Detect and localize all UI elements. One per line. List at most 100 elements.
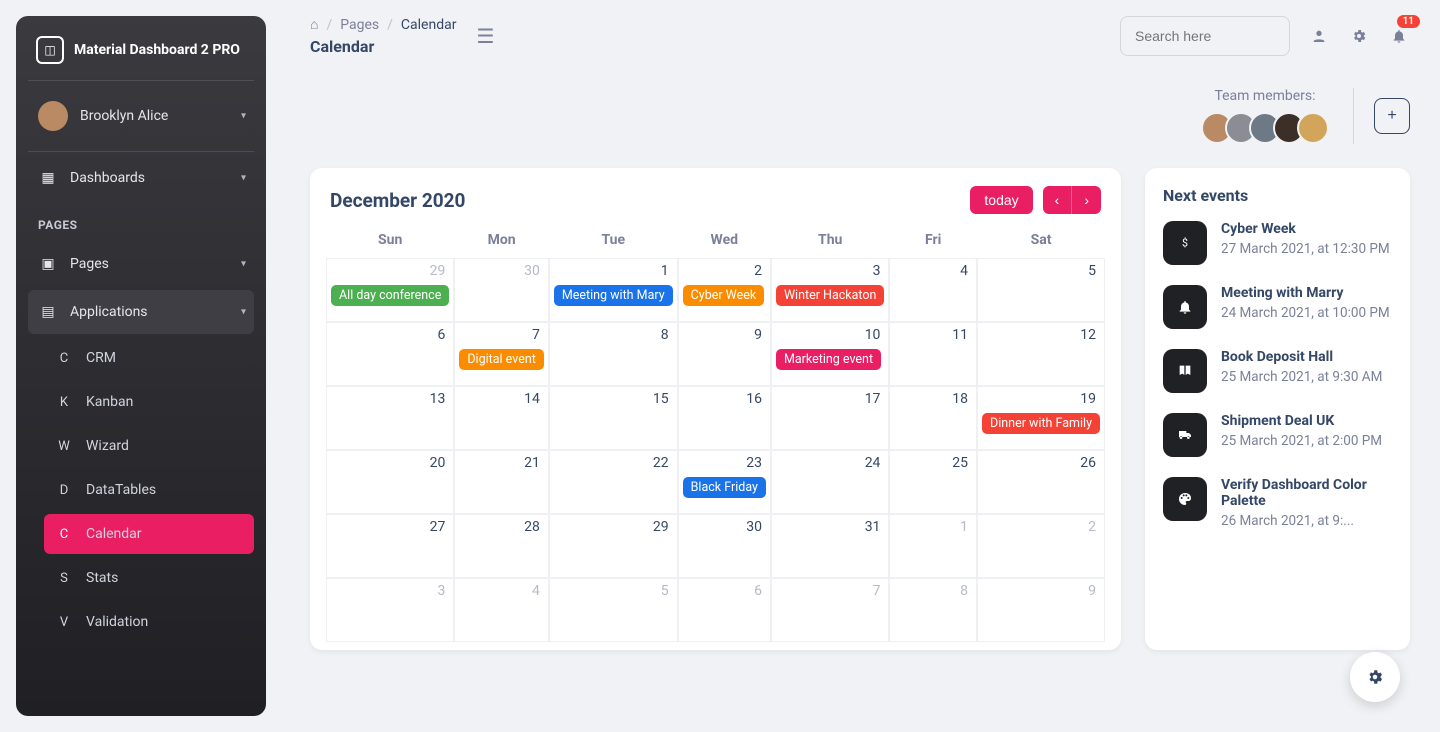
calendar-event[interactable]: Marketing event: [776, 349, 881, 370]
calendar-cell[interactable]: 5: [977, 258, 1105, 322]
settings-fab[interactable]: [1350, 652, 1400, 702]
calendar-cell[interactable]: 9: [678, 322, 771, 386]
calendar-event[interactable]: Digital event: [459, 349, 543, 370]
sidebar-item-wizard[interactable]: WWizard: [44, 426, 254, 466]
event-item[interactable]: Book Deposit Hall 25 March 2021, at 9:30…: [1163, 349, 1392, 393]
calendar-cell[interactable]: 5: [549, 578, 678, 642]
calendar-cell[interactable]: 29: [549, 514, 678, 578]
event-name: Shipment Deal UK: [1221, 413, 1382, 429]
calendar-cell[interactable]: 16: [678, 386, 771, 450]
event-name: Verify Dashboard Color Palette: [1221, 477, 1392, 509]
team-avatar[interactable]: [1297, 112, 1329, 144]
calendar-cell[interactable]: 9: [977, 578, 1105, 642]
day-number: 2: [754, 263, 762, 279]
calendar-event[interactable]: Dinner with Family: [982, 413, 1100, 434]
calendar-cell[interactable]: 4: [889, 258, 977, 322]
calendar-cell[interactable]: 11: [889, 322, 977, 386]
sidebar-item-validation[interactable]: VValidation: [44, 602, 254, 642]
prev-button[interactable]: ‹: [1043, 186, 1072, 214]
calendar-cell[interactable]: 21: [454, 450, 548, 514]
day-number: 28: [524, 519, 540, 535]
calendar-cell[interactable]: 23Black Friday: [678, 450, 771, 514]
event-name: Meeting with Marry: [1221, 285, 1390, 301]
calendar-cell[interactable]: 14: [454, 386, 548, 450]
settings-icon[interactable]: [1348, 25, 1370, 47]
search-input[interactable]: [1120, 16, 1290, 56]
calendar-cell[interactable]: 12: [977, 322, 1105, 386]
calendar-cell[interactable]: 30: [454, 258, 548, 322]
calendar-cell[interactable]: 6: [326, 322, 454, 386]
calendar-event[interactable]: Black Friday: [683, 477, 766, 498]
truck-icon: [1163, 413, 1207, 457]
notifications-icon[interactable]: 11: [1388, 25, 1410, 47]
calendar-cell[interactable]: 25: [889, 450, 977, 514]
dow-header: Tue: [549, 222, 678, 258]
day-number: 13: [430, 391, 446, 407]
calendar-cell[interactable]: 7: [771, 578, 889, 642]
notification-badge: 11: [1397, 15, 1420, 28]
next-button[interactable]: ›: [1071, 186, 1101, 214]
event-item[interactable]: $ Cyber Week 27 March 2021, at 12:30 PM: [1163, 221, 1392, 265]
calendar-cell[interactable]: 3: [326, 578, 454, 642]
calendar-cell[interactable]: 3Winter Hackaton: [771, 258, 889, 322]
event-item[interactable]: Verify Dashboard Color Palette 26 March …: [1163, 477, 1392, 529]
brand[interactable]: ◫ Material Dashboard 2 PRO: [28, 16, 254, 81]
user-menu[interactable]: Brooklyn Alice ▾: [28, 81, 254, 152]
calendar-event[interactable]: Winter Hackaton: [776, 285, 884, 306]
calendar-cell[interactable]: 24: [771, 450, 889, 514]
calendar-cell[interactable]: 8: [549, 322, 678, 386]
add-member-button[interactable]: +: [1374, 98, 1410, 134]
calendar-cell[interactable]: 20: [326, 450, 454, 514]
calendar-cell[interactable]: 27: [326, 514, 454, 578]
calendar-cell[interactable]: 29All day conference: [326, 258, 454, 322]
sidebar-item-pages[interactable]: ▣ Pages ▾: [28, 242, 254, 286]
account-icon[interactable]: [1308, 25, 1330, 47]
calendar-cell[interactable]: 28: [454, 514, 548, 578]
calendar-cell[interactable]: 1: [889, 514, 977, 578]
menu-toggle-icon[interactable]: ☰: [476, 24, 494, 48]
day-number: 1: [661, 263, 669, 279]
team-row: Team members: +: [310, 88, 1410, 144]
sidebar-item-stats[interactable]: SStats: [44, 558, 254, 598]
sidebar-item-datatables[interactable]: DDataTables: [44, 470, 254, 510]
home-icon[interactable]: ⌂: [310, 16, 318, 33]
calendar-cell[interactable]: 8: [889, 578, 977, 642]
day-number: 16: [746, 391, 762, 407]
label: Dashboards: [70, 170, 145, 186]
calendar-cell[interactable]: 1 Meeting with Mary: [549, 258, 678, 322]
sidebar-item-applications[interactable]: ▤ Applications ▾: [28, 290, 254, 334]
calendar-event[interactable]: Cyber Week: [683, 285, 765, 306]
calendar-cell[interactable]: 18: [889, 386, 977, 450]
calendar-cell[interactable]: 31: [771, 514, 889, 578]
sidebar-item-crm[interactable]: CCRM: [44, 338, 254, 378]
calendar-cell[interactable]: 22: [549, 450, 678, 514]
dow-header: Mon: [454, 222, 548, 258]
event-time: 25 March 2021, at 9:30 AM: [1221, 369, 1382, 385]
calendar-cell[interactable]: 10Marketing event: [771, 322, 889, 386]
calendar-cell[interactable]: 6: [678, 578, 771, 642]
calendar-cell[interactable]: 2: [977, 514, 1105, 578]
calendar-cell[interactable]: 30: [678, 514, 771, 578]
event-item[interactable]: Shipment Deal UK 25 March 2021, at 2:00 …: [1163, 413, 1392, 457]
day-number: 5: [1088, 263, 1096, 279]
event-item[interactable]: Meeting with Marry 24 March 2021, at 10:…: [1163, 285, 1392, 329]
calendar-event[interactable]: All day conference: [331, 285, 449, 306]
crumb-root[interactable]: Pages: [340, 17, 379, 33]
brand-icon: ◫: [36, 36, 64, 64]
calendar-cell[interactable]: 26: [977, 450, 1105, 514]
calendar-cell[interactable]: 13: [326, 386, 454, 450]
chevron-down-icon: ▾: [241, 111, 246, 122]
calendar-event[interactable]: Meeting with Mary: [554, 285, 673, 306]
calendar-cell[interactable]: 19Dinner with Family: [977, 386, 1105, 450]
today-button[interactable]: today: [970, 186, 1032, 214]
calendar-cell[interactable]: 17: [771, 386, 889, 450]
calendar-cell[interactable]: 4: [454, 578, 548, 642]
sidebar-item-kanban[interactable]: KKanban: [44, 382, 254, 422]
calendar-cell[interactable]: 15: [549, 386, 678, 450]
sidebar-item-calendar[interactable]: CCalendar: [44, 514, 254, 554]
calendar-cell[interactable]: 2 Cyber Week: [678, 258, 771, 322]
calendar-cell[interactable]: 7Digital event: [454, 322, 548, 386]
day-number: 30: [524, 263, 540, 279]
label: Kanban: [86, 394, 133, 410]
sidebar-item-dashboards[interactable]: ▦ Dashboards ▾: [28, 156, 254, 200]
